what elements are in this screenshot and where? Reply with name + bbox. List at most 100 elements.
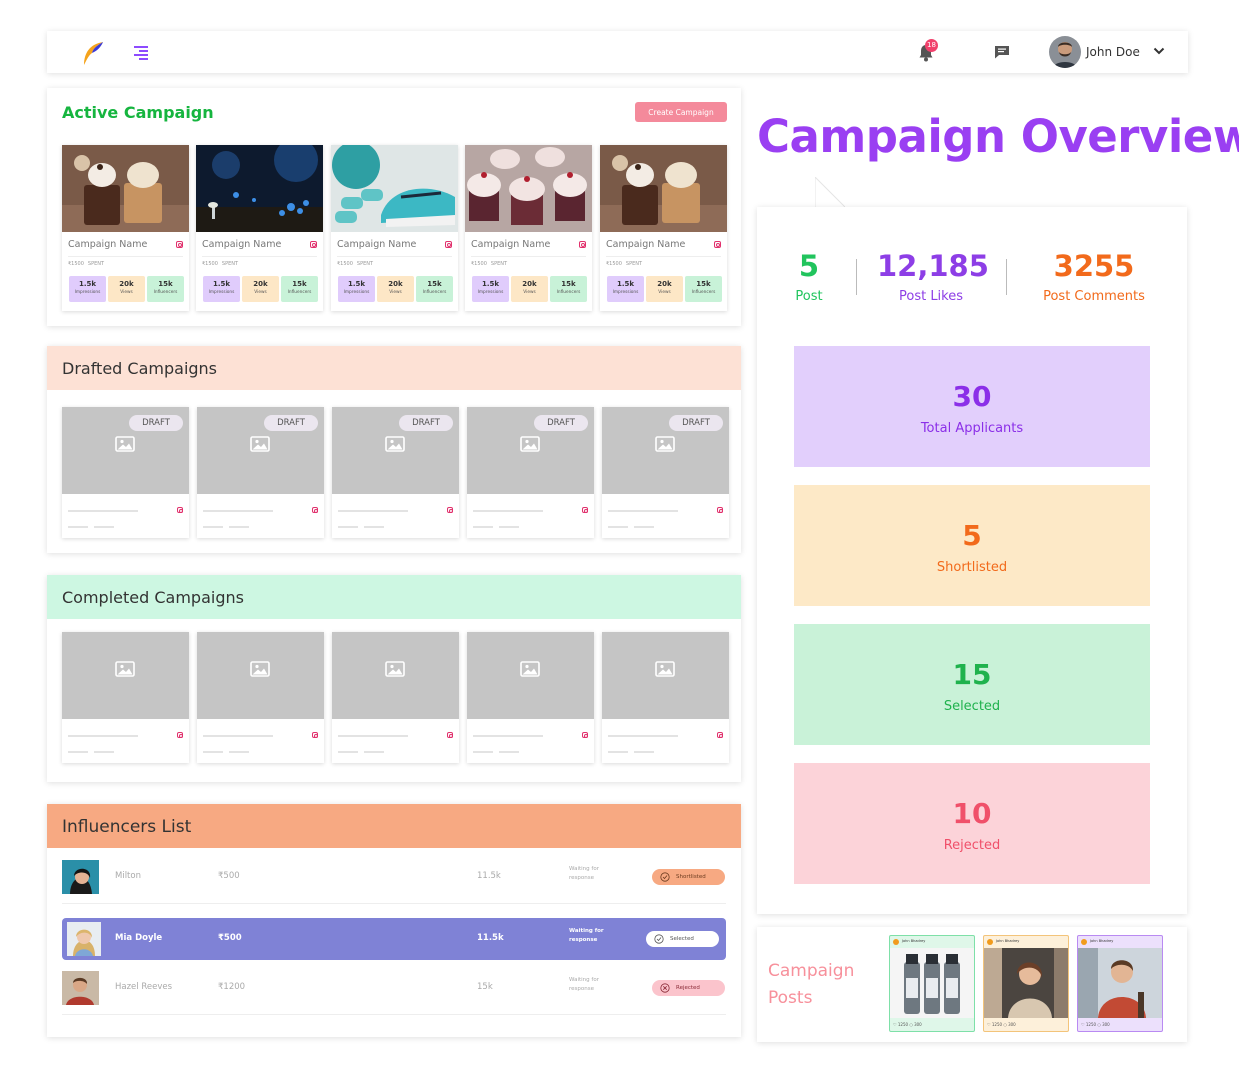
shortlisted-box[interactable]: 5 Shortlisted bbox=[794, 485, 1150, 606]
check-circle-icon bbox=[654, 934, 664, 944]
campaign-card[interactable]: Campaign Name ₹1500 SPENT 1.5k Impressions… bbox=[62, 145, 189, 311]
image-placeholder-icon bbox=[250, 436, 270, 452]
top-bar: 18 John Doe bbox=[47, 31, 1188, 73]
campaign-card[interactable]: Campaign Name ₹1500 SPENT 1.5k Impressions… bbox=[196, 145, 323, 311]
image-placeholder-icon bbox=[250, 661, 270, 677]
response-status: Waiting for response bbox=[569, 977, 599, 992]
response-status: Waiting for response bbox=[569, 928, 604, 943]
instagram-icon bbox=[177, 732, 183, 738]
status-badge[interactable]: Shortlisted bbox=[652, 869, 725, 885]
campaign-spent: ₹1500 SPENT bbox=[337, 261, 374, 267]
user-avatar[interactable] bbox=[1049, 36, 1081, 68]
status-badge[interactable]: Rejected bbox=[652, 980, 725, 996]
campaign-overview-panel: 5 Post 12,185 Post Likes 3255 Post Comme… bbox=[757, 207, 1187, 914]
chevron-down-icon[interactable] bbox=[1153, 46, 1165, 56]
campaign-image bbox=[331, 145, 458, 232]
drafted-campaigns-title: Drafted Campaigns bbox=[47, 346, 741, 390]
instagram-icon bbox=[447, 732, 453, 738]
image-placeholder-icon bbox=[115, 436, 135, 452]
completed-card[interactable] bbox=[467, 632, 594, 763]
chat-icon[interactable] bbox=[994, 45, 1010, 59]
user-name[interactable]: John Doe bbox=[1086, 45, 1140, 59]
total-applicants-box[interactable]: 30 Total Applicants bbox=[794, 346, 1150, 467]
post-stats: ♡ 1250 ○ 300 bbox=[893, 1022, 922, 1027]
influencers-stat: 15k Influencers bbox=[550, 276, 587, 302]
completed-card[interactable] bbox=[602, 632, 729, 763]
campaign-spent: ₹1500 SPENT bbox=[68, 261, 105, 267]
influencer-row[interactable]: Milton ₹500 11.5k Waiting for response S… bbox=[62, 856, 726, 904]
draft-badge: DRAFT bbox=[669, 415, 723, 431]
influencers-stat: 15k Influencers bbox=[147, 276, 184, 302]
post-image bbox=[890, 948, 974, 1018]
views-stat: 20k Views bbox=[377, 276, 414, 302]
campaign-card[interactable]: Campaign Name ₹1500 SPENT 1.5k Impressions… bbox=[331, 145, 458, 311]
impressions-stat: 1.5k Impressions bbox=[203, 276, 240, 302]
draft-badge: DRAFT bbox=[264, 415, 318, 431]
draft-card[interactable]: DRAFT bbox=[602, 407, 729, 538]
influencer-name: Mia Doyle bbox=[115, 933, 163, 943]
check-circle-icon bbox=[660, 872, 670, 882]
active-campaign-panel: Active Campaign Create Campaign Campaign… bbox=[47, 88, 741, 326]
active-campaign-title: Active Campaign bbox=[62, 103, 214, 122]
app-logo[interactable] bbox=[81, 39, 105, 67]
draft-card[interactable]: DRAFT bbox=[62, 407, 189, 538]
impressions-stat: 1.5k Impressions bbox=[69, 276, 106, 302]
campaign-name: Campaign Name bbox=[337, 239, 417, 250]
image-placeholder-icon bbox=[655, 661, 675, 677]
instagram-icon bbox=[312, 732, 318, 738]
influencer-price: ₹1200 bbox=[218, 982, 246, 992]
campaign-card[interactable]: Campaign Name ₹1500 SPENT 1.5k Impressions… bbox=[465, 145, 592, 311]
divider bbox=[856, 259, 857, 295]
post-stats: ♡ 1250 ○ 300 bbox=[987, 1022, 1016, 1027]
campaign-image bbox=[465, 145, 592, 232]
instagram-icon bbox=[717, 507, 723, 513]
image-placeholder-icon bbox=[115, 661, 135, 677]
completed-card[interactable] bbox=[197, 632, 324, 763]
menu-icon[interactable] bbox=[134, 46, 148, 60]
create-campaign-button[interactable]: Create Campaign bbox=[635, 102, 727, 122]
instagram-icon bbox=[717, 732, 723, 738]
draft-card[interactable]: DRAFT bbox=[197, 407, 324, 538]
divider bbox=[68, 256, 183, 257]
influencer-row[interactable]: Hazel Reeves ₹1200 15k Waiting for respo… bbox=[62, 967, 726, 1015]
speech-notch bbox=[815, 177, 845, 207]
drafted-campaigns-panel: Drafted Campaigns DRAFT DRAFT DRAFT DRAF… bbox=[47, 346, 741, 553]
campaign-image bbox=[600, 145, 727, 232]
views-stat: 20k Views bbox=[646, 276, 683, 302]
post-card[interactable]: John Bhadrey ♡ 1250 ○ 300 bbox=[889, 935, 975, 1032]
influencer-name: Hazel Reeves bbox=[115, 982, 173, 992]
post-author: John Bhadrey bbox=[984, 936, 1068, 948]
post-image bbox=[1078, 948, 1162, 1018]
draft-badge: DRAFT bbox=[534, 415, 588, 431]
status-badge[interactable]: Selected bbox=[646, 931, 719, 947]
avatar bbox=[62, 860, 99, 894]
post-card[interactable]: John Bhadrey ♡ 1250 ○ 300 bbox=[983, 935, 1069, 1032]
post-image bbox=[984, 948, 1068, 1018]
views-stat: 20k Views bbox=[511, 276, 548, 302]
instagram-icon bbox=[582, 507, 588, 513]
selected-box[interactable]: 15 Selected bbox=[794, 624, 1150, 745]
post-author: John Bhadrey bbox=[1078, 936, 1162, 948]
image-placeholder-icon bbox=[520, 436, 540, 452]
rejected-box[interactable]: 10 Rejected bbox=[794, 763, 1150, 884]
impressions-stat: 1.5k Impressions bbox=[338, 276, 375, 302]
draft-card[interactable]: DRAFT bbox=[467, 407, 594, 538]
instagram-icon bbox=[312, 507, 318, 513]
image-placeholder-icon bbox=[385, 661, 405, 677]
divider bbox=[202, 256, 317, 257]
completed-card[interactable] bbox=[62, 632, 189, 763]
post-kpi: 5 Post bbox=[795, 249, 823, 304]
completed-card[interactable] bbox=[332, 632, 459, 763]
influencer-row-selected[interactable]: Mia Doyle ₹500 11.5k Waiting for respons… bbox=[62, 918, 726, 960]
avatar bbox=[62, 971, 99, 1005]
image-placeholder-icon bbox=[655, 436, 675, 452]
campaign-name: Campaign Name bbox=[471, 239, 551, 250]
post-card[interactable]: John Bhadrey ♡ 1250 ○ 300 bbox=[1077, 935, 1163, 1032]
campaign-spent: ₹1500 SPENT bbox=[606, 261, 643, 267]
influencer-price: ₹500 bbox=[218, 933, 242, 943]
campaign-card[interactable]: Campaign Name ₹1500 SPENT 1.5k Impressions… bbox=[600, 145, 727, 311]
campaign-image bbox=[196, 145, 323, 232]
influencer-views: 11.5k bbox=[477, 871, 501, 881]
draft-card[interactable]: DRAFT bbox=[332, 407, 459, 538]
views-stat: 20k Views bbox=[108, 276, 145, 302]
